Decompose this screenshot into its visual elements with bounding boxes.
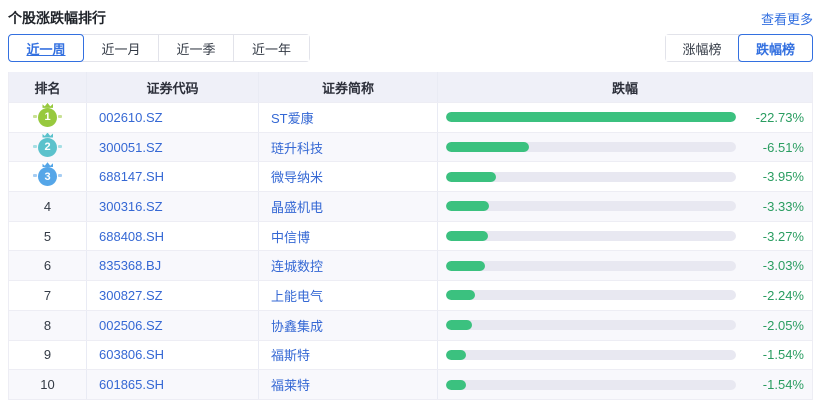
- change-percent: -3.03%: [736, 258, 812, 273]
- stock-code-link[interactable]: 688147.SH: [99, 169, 164, 184]
- change-bar-track: [446, 320, 736, 330]
- stock-name-link[interactable]: 琏升科技: [271, 138, 323, 157]
- table-row[interactable]: 8 002506.SZ 协鑫集成 -2.05%: [9, 310, 812, 340]
- change-percent: -2.05%: [736, 318, 812, 333]
- rank-number: 5: [44, 229, 51, 244]
- change-bar: [446, 172, 496, 182]
- change-bar: [446, 201, 489, 211]
- stock-name-link[interactable]: 福斯特: [271, 345, 310, 364]
- change-bar-track: [446, 261, 736, 271]
- rank-number: 4: [44, 199, 51, 214]
- change-bar-track: [446, 112, 736, 122]
- change-bar-track: [446, 201, 736, 211]
- table-row[interactable]: 5 688408.SH 中信博 -3.27%: [9, 221, 812, 251]
- change-percent: -6.51%: [736, 140, 812, 155]
- stock-code-link[interactable]: 603806.SH: [99, 347, 164, 362]
- stock-code-link[interactable]: 835368.BJ: [99, 258, 161, 273]
- change-bar: [446, 231, 488, 241]
- change-bar: [446, 112, 736, 122]
- table-row[interactable]: 7 300827.SZ 上能电气 -2.24%: [9, 280, 812, 310]
- stock-name-link[interactable]: 福莱特: [271, 375, 310, 394]
- stock-code-link[interactable]: 002610.SZ: [99, 110, 163, 125]
- rank-number: 8: [44, 318, 51, 333]
- view-more-link[interactable]: 查看更多: [761, 9, 813, 28]
- change-percent: -3.33%: [736, 199, 812, 214]
- change-bar-track: [446, 290, 736, 300]
- tab-losers-board[interactable]: 跌幅榜: [739, 35, 812, 61]
- toolbar: 近一周 近一月 近一季 近一年 涨幅榜 跌幅榜: [8, 34, 813, 62]
- change-bar: [446, 380, 466, 390]
- table-header-row: 排名 证券代码 证券简称 跌幅: [9, 72, 812, 102]
- stock-code-link[interactable]: 688408.SH: [99, 229, 164, 244]
- stock-name-link[interactable]: 中信博: [271, 227, 310, 246]
- table-row[interactable]: 6 835368.BJ 连城数控 -3.03%: [9, 250, 812, 280]
- change-percent: -2.24%: [736, 288, 812, 303]
- change-bar: [446, 350, 466, 360]
- rank-number: 9: [44, 347, 51, 362]
- stock-name-link[interactable]: ST爱康: [271, 108, 314, 127]
- stock-code-link[interactable]: 300316.SZ: [99, 199, 163, 214]
- change-bar: [446, 261, 485, 271]
- column-header-rank: 排名: [9, 72, 87, 102]
- rank-medal-icon: 1: [38, 108, 57, 127]
- table-row[interactable]: 4 300316.SZ 晶盛机电 -3.33%: [9, 191, 812, 221]
- change-percent: -1.54%: [736, 377, 812, 392]
- rank-number: 10: [40, 377, 54, 392]
- stock-name-link[interactable]: 晶盛机电: [271, 197, 323, 216]
- stock-code-link[interactable]: 002506.SZ: [99, 318, 163, 333]
- change-bar: [446, 142, 529, 152]
- tab-last-month[interactable]: 近一月: [84, 35, 159, 61]
- table-row[interactable]: 9 603806.SH 福斯特 -1.54%: [9, 340, 812, 370]
- rank-medal-icon: 3: [38, 167, 57, 186]
- stock-code-link[interactable]: 300051.SZ: [99, 140, 163, 155]
- board-tabs: 涨幅榜 跌幅榜: [665, 34, 813, 62]
- stock-code-link[interactable]: 601865.SH: [99, 377, 164, 392]
- widget-header: 个股涨跌幅排行 查看更多: [8, 0, 813, 30]
- table-body: 1 002610.SZ ST爱康 -22.73% 2 300051.SZ 琏升科…: [9, 102, 812, 399]
- tab-last-year[interactable]: 近一年: [234, 35, 309, 61]
- tab-gainers-board[interactable]: 涨幅榜: [666, 35, 739, 61]
- stock-name-link[interactable]: 微导纳米: [271, 167, 323, 186]
- change-percent: -3.27%: [736, 229, 812, 244]
- change-percent: -3.95%: [736, 169, 812, 184]
- change-bar-track: [446, 172, 736, 182]
- rank-number: 6: [44, 258, 51, 273]
- change-bar-track: [446, 350, 736, 360]
- rank-number: 7: [44, 288, 51, 303]
- stock-name-link[interactable]: 上能电气: [271, 286, 323, 305]
- change-bar: [446, 320, 472, 330]
- change-percent: -22.73%: [736, 110, 812, 125]
- column-header-name: 证券简称: [259, 72, 438, 102]
- tab-last-quarter[interactable]: 近一季: [159, 35, 234, 61]
- change-bar-track: [446, 142, 736, 152]
- change-bar-track: [446, 380, 736, 390]
- period-tabs: 近一周 近一月 近一季 近一年: [8, 34, 310, 62]
- stock-name-link[interactable]: 连城数控: [271, 256, 323, 275]
- column-header-change: 跌幅: [438, 72, 812, 102]
- table-row[interactable]: 10 601865.SH 福莱特 -1.54%: [9, 369, 812, 399]
- change-bar-track: [446, 231, 736, 241]
- change-bar: [446, 290, 475, 300]
- page-title: 个股涨跌幅排行: [8, 8, 106, 28]
- change-percent: -1.54%: [736, 347, 812, 362]
- tab-last-week[interactable]: 近一周: [9, 35, 84, 61]
- stock-name-link[interactable]: 协鑫集成: [271, 316, 323, 335]
- column-header-code: 证券代码: [87, 72, 259, 102]
- table-row[interactable]: 1 002610.SZ ST爱康 -22.73%: [9, 102, 812, 132]
- stock-ranking-widget: 个股涨跌幅排行 查看更多 近一周 近一月 近一季 近一年 涨幅榜 跌幅榜 排名 …: [0, 0, 821, 400]
- stock-code-link[interactable]: 300827.SZ: [99, 288, 163, 303]
- table-row[interactable]: 3 688147.SH 微导纳米 -3.95%: [9, 161, 812, 191]
- ranking-table: 排名 证券代码 证券简称 跌幅 1 002610.SZ ST爱康 -22.73%…: [8, 72, 813, 400]
- rank-medal-icon: 2: [38, 138, 57, 157]
- table-row[interactable]: 2 300051.SZ 琏升科技 -6.51%: [9, 132, 812, 162]
